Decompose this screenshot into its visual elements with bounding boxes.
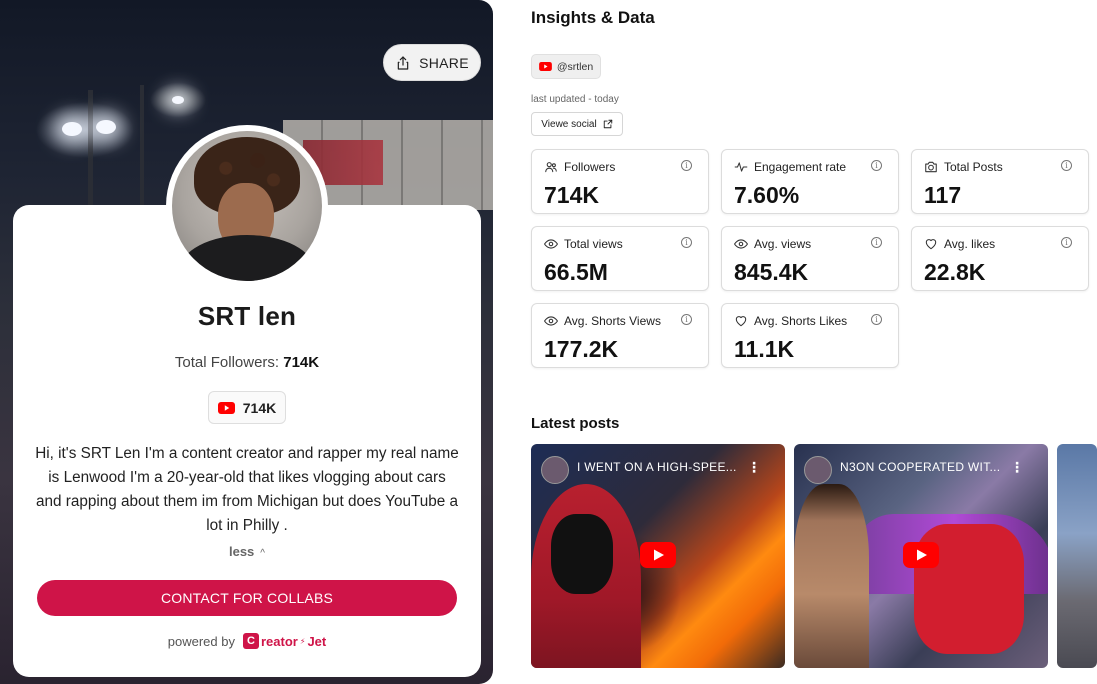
- background-lamp: [62, 122, 82, 136]
- share-button[interactable]: SHARE: [383, 44, 481, 81]
- stat-label: Total Posts: [944, 160, 1003, 174]
- share-icon: [397, 55, 409, 70]
- info-icon[interactable]: i: [871, 237, 882, 248]
- post-thumbnail-partial[interactable]: [1057, 444, 1097, 668]
- background-lamp: [96, 120, 116, 134]
- stat-value: 66.5M: [544, 259, 608, 285]
- total-followers-value: 714K: [283, 354, 320, 371]
- stat-card-engagement-rate: Engagement rate i 7.60%: [721, 149, 899, 214]
- stat-card-avg-likes: Avg. likes i 22.8K: [911, 226, 1089, 291]
- camera-icon: [925, 161, 937, 173]
- chevron-up-icon: ^: [260, 548, 265, 559]
- post-thumbnail[interactable]: N3ON COOPERATED WIT... ⋮: [794, 444, 1048, 668]
- play-button-icon[interactable]: [903, 540, 939, 570]
- background-light-pole: [140, 85, 144, 215]
- stat-value: 117: [924, 182, 962, 208]
- creatorjet-logo[interactable]: Creator ⚡ Jet: [242, 633, 326, 649]
- stat-card-total-posts: Total Posts i 117: [911, 149, 1089, 214]
- stat-label: Total views: [564, 237, 623, 251]
- share-label: SHARE: [419, 54, 469, 71]
- info-icon[interactable]: i: [871, 314, 882, 325]
- stat-label: Avg. likes: [944, 237, 996, 251]
- play-button-icon[interactable]: [640, 540, 676, 570]
- youtube-handle-pill[interactable]: @srtlen: [531, 54, 601, 79]
- external-link-icon: [603, 119, 612, 129]
- powered-by: powered by Creator ⚡ Jet: [13, 633, 481, 649]
- eye-icon: [734, 239, 748, 249]
- stat-value: 714K: [544, 182, 599, 208]
- contact-for-collabs-button[interactable]: CONTACT FOR COLLABS: [37, 580, 457, 616]
- stat-label: Avg. Shorts Views: [564, 314, 661, 328]
- stat-label: Followers: [564, 160, 616, 174]
- channel-avatar: [804, 456, 832, 484]
- youtube-followers-count: 714K: [242, 399, 277, 416]
- info-icon[interactable]: i: [1061, 160, 1072, 171]
- info-icon[interactable]: i: [681, 237, 692, 248]
- last-updated: last updated - today: [531, 94, 619, 105]
- less-label: less: [228, 544, 255, 559]
- info-icon[interactable]: i: [681, 160, 692, 171]
- info-icon[interactable]: i: [1061, 237, 1072, 248]
- eye-icon: [544, 239, 558, 249]
- stat-label: Engagement rate: [754, 160, 847, 174]
- stat-card-avg-views: Avg. views i 845.4K: [721, 226, 899, 291]
- more-vertical-icon[interactable]: ⋮: [1010, 460, 1024, 474]
- youtube-followers-pill[interactable]: 714K: [208, 391, 286, 424]
- youtube-icon: [538, 62, 552, 71]
- avatar-ring: [166, 125, 328, 287]
- total-followers: Total Followers: 714K: [13, 354, 481, 371]
- info-icon[interactable]: i: [871, 160, 882, 171]
- post-title: N3ON COOPERATED WIT...: [840, 460, 1001, 474]
- stat-card-followers: Followers i 714K: [531, 149, 709, 214]
- insights-title: Insights & Data: [531, 8, 655, 27]
- users-icon: [545, 162, 557, 173]
- heart-icon: [925, 239, 937, 250]
- stat-card-avg-shorts-views: Avg. Shorts Views i 177.2K: [531, 303, 709, 368]
- more-vertical-icon[interactable]: ⋮: [747, 460, 761, 474]
- stat-card-avg-shorts-likes: Avg. Shorts Likes i 11.1K: [721, 303, 899, 368]
- avatar: [172, 131, 322, 281]
- profile-bio: Hi, it's SRT Len I'm a content creator a…: [35, 445, 459, 534]
- info-icon[interactable]: i: [681, 314, 692, 325]
- stat-card-total-views: Total views i 66.5M: [531, 226, 709, 291]
- view-social-button[interactable]: Viewe social: [531, 112, 623, 136]
- latest-posts-title: Latest posts: [531, 415, 620, 432]
- less-toggle[interactable]: less ^: [13, 544, 481, 559]
- activity-icon: [734, 162, 748, 172]
- stat-value: 22.8K: [924, 259, 986, 285]
- youtube-handle: @srtlen: [556, 60, 594, 73]
- stat-label: Avg. views: [754, 237, 812, 251]
- background-lamp: [172, 96, 184, 104]
- total-followers-label: Total Followers:: [174, 354, 280, 371]
- stat-value: 11.1K: [734, 336, 795, 362]
- stat-label: Avg. Shorts Likes: [754, 314, 848, 328]
- stat-value: 177.2K: [544, 336, 619, 362]
- heart-icon: [735, 316, 747, 327]
- channel-avatar: [541, 456, 569, 484]
- youtube-icon: [217, 401, 235, 414]
- post-title: I WENT ON A HIGH-SPEE...: [577, 460, 737, 474]
- stat-value: 845.4K: [734, 259, 809, 285]
- view-social-label: Viewe social: [541, 118, 597, 130]
- eye-icon: [544, 316, 558, 326]
- post-thumbnail[interactable]: I WENT ON A HIGH-SPEE... ⋮: [531, 444, 785, 668]
- background-light-pole: [88, 90, 93, 210]
- powered-by-label: powered by: [167, 633, 235, 649]
- profile-panel: SHARE SRT len Total Followers: 714K 714K…: [0, 0, 493, 684]
- profile-name: SRT len: [197, 301, 297, 331]
- stat-value: 7.60%: [734, 182, 800, 208]
